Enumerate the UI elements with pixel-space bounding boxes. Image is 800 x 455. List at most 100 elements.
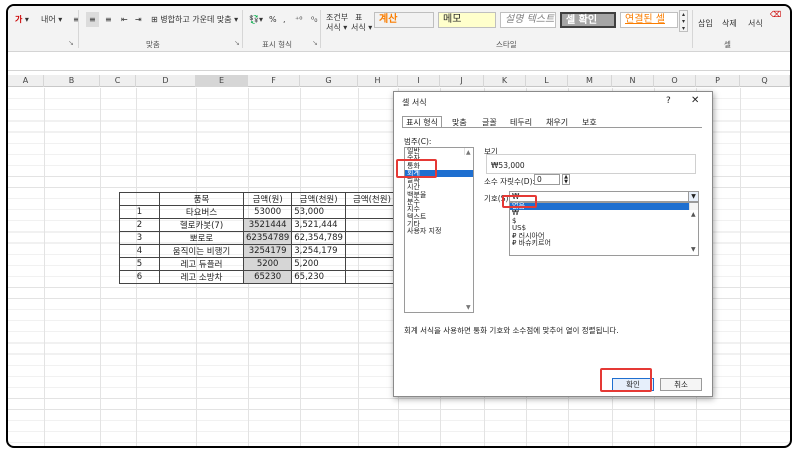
col-header-C[interactable]: C	[100, 75, 136, 87]
table-cell[interactable]: 뽀로로	[159, 231, 244, 245]
symbol-select[interactable]: ₩ ▼	[509, 191, 699, 202]
table-cell[interactable]: 6	[119, 270, 160, 284]
decrease-decimal-icon[interactable]: ⁰₀	[308, 12, 320, 27]
col-header-B[interactable]: B	[44, 75, 100, 87]
table-cell[interactable]: 1	[119, 205, 160, 219]
cancel-button[interactable]: 취소	[660, 378, 702, 391]
align-left-icon[interactable]: ≡	[70, 12, 83, 27]
align-launcher-icon[interactable]: ↘	[234, 39, 240, 47]
table-header-cell[interactable]: 금액(천원)	[291, 192, 346, 206]
insert-cells-button[interactable]: 삽입	[698, 18, 713, 29]
table-cell[interactable]: 레고 소방차	[159, 270, 244, 284]
table-cell[interactable]: 65230	[242, 270, 293, 284]
style-calc[interactable]: 계산	[374, 12, 434, 28]
table-cell[interactable]: 4	[119, 244, 160, 258]
col-header-O[interactable]: O	[654, 75, 696, 87]
align-right-icon[interactable]: ≡	[102, 12, 115, 27]
table-cell[interactable]: 2	[119, 218, 160, 232]
close-icon[interactable]: ✕	[691, 95, 699, 106]
table-cell[interactable]: 3,521,444	[291, 218, 346, 232]
font-color-button[interactable]: 가 ▾	[12, 12, 32, 27]
format-cells-button[interactable]: 서식	[748, 18, 763, 29]
table-cell[interactable]: 62354789	[242, 231, 293, 245]
table-cell[interactable]: 3,254,179	[291, 244, 346, 258]
col-header-G[interactable]: G	[300, 75, 358, 87]
table-header-cell[interactable]: 품목	[159, 192, 244, 206]
col-header-J[interactable]: J	[440, 75, 484, 87]
increase-indent-icon[interactable]: ⇥	[132, 12, 145, 27]
table-cell[interactable]: 3	[119, 231, 160, 245]
table-cell[interactable]	[344, 257, 399, 271]
category-scrollbar[interactable]: ▲ ▼	[464, 148, 473, 311]
comma-button[interactable]: ,	[280, 12, 289, 27]
align-center-icon[interactable]: ≡	[86, 12, 99, 27]
symbol-option[interactable]: ₽ 바슈키르어	[510, 239, 698, 247]
table-cell[interactable]: 움직이는 비행기	[159, 244, 244, 258]
col-header-F[interactable]: F	[248, 75, 300, 87]
table-header-cell[interactable]: 금액(천원)	[344, 192, 399, 206]
formula-bar[interactable]	[8, 53, 790, 71]
font-launcher-icon[interactable]: ↘	[68, 39, 74, 47]
eraser-icon[interactable]: ⌫	[770, 10, 781, 19]
help-icon[interactable]: ?	[666, 96, 671, 106]
table-header-cell[interactable]	[119, 192, 160, 206]
table-cell[interactable]: 헬로카봇(7)	[159, 218, 244, 232]
table-cell[interactable]: 65,230	[291, 270, 346, 284]
increase-decimal-icon[interactable]: ⁺⁰	[292, 12, 305, 27]
table-cell[interactable]	[344, 231, 399, 245]
table-cell[interactable]	[344, 244, 399, 258]
col-header-M[interactable]: M	[568, 75, 612, 87]
col-header-K[interactable]: K	[484, 75, 526, 87]
col-header-Q[interactable]: Q	[740, 75, 790, 87]
ok-button[interactable]: 확인	[612, 378, 654, 391]
merge-center-button[interactable]: ⊞ 병합하고 가운데 맞춤 ▾	[148, 12, 241, 27]
scroll-up-icon[interactable]: ▲	[466, 149, 471, 156]
category-list[interactable]: 일반 숫자 통화 회계 날짜 시간 백분율 분수 지수 텍스트 기타 사용자 지…	[404, 147, 474, 313]
accounting-format-icon[interactable]: 💱▾	[246, 12, 266, 27]
table-cell[interactable]: 3254179	[242, 244, 293, 258]
decimal-spinner[interactable]: ▲ ▼	[562, 174, 570, 185]
table-header-cell[interactable]: 금액(원)	[242, 192, 293, 206]
style-description[interactable]: 설명 텍스트	[500, 12, 556, 28]
table-cell[interactable]	[344, 218, 399, 232]
scroll-down-icon[interactable]: ▼	[466, 304, 471, 311]
style-linked-cell[interactable]: 연결된 셀	[620, 12, 678, 28]
style-check-cell[interactable]: 셀 확인	[560, 12, 616, 28]
chevron-down-icon[interactable]: ▼	[688, 192, 698, 201]
delete-cells-button[interactable]: 삭제	[722, 18, 737, 29]
col-header-A[interactable]: A	[8, 75, 44, 87]
col-header-E[interactable]: E	[196, 75, 248, 87]
symbol-scrollbar[interactable]: ▲ ▼	[689, 203, 698, 253]
table-cell[interactable]: 5200	[242, 257, 293, 271]
col-header-I[interactable]: I	[398, 75, 440, 87]
table-cell[interactable]: 3521444	[242, 218, 293, 232]
symbol-dropdown-list[interactable]: 없음 ₩ $ US$ ₽ 러시아어 ₽ 바슈키르어 ▲ ▼	[509, 202, 699, 256]
style-memo[interactable]: 메모	[438, 12, 496, 28]
symbol-option[interactable]: ₩	[510, 210, 698, 217]
symbol-option-selected[interactable]: 없음	[510, 202, 698, 211]
number-launcher-icon[interactable]: ↘	[312, 39, 318, 47]
decrease-indent-icon[interactable]: ⇤	[118, 12, 131, 27]
table-cell[interactable]	[344, 270, 399, 284]
table-cell[interactable]: 5	[119, 257, 160, 271]
category-item[interactable]: 사용자 지정	[405, 228, 473, 235]
table-cell[interactable]	[344, 205, 399, 219]
decimal-places-input[interactable]: 0	[534, 174, 560, 185]
table-cell[interactable]: 62,354,789	[291, 231, 346, 245]
table-cell[interactable]: 53,000	[291, 205, 346, 219]
col-header-P[interactable]: P	[696, 75, 740, 87]
col-header-D[interactable]: D	[136, 75, 196, 87]
table-cell[interactable]: 5,200	[291, 257, 346, 271]
col-header-H[interactable]: H	[358, 75, 398, 87]
table-cell[interactable]: 타요버스	[159, 205, 244, 219]
table-cell[interactable]: 53000	[242, 205, 293, 219]
col-header-N[interactable]: N	[612, 75, 654, 87]
table-cell[interactable]: 레고 듀플러	[159, 257, 244, 271]
scroll-up-icon[interactable]: ▲	[691, 211, 696, 218]
percent-button[interactable]: %	[266, 12, 280, 27]
style-gallery-more[interactable]: ▴ ▾ ▾	[679, 10, 689, 32]
col-header-L[interactable]: L	[526, 75, 568, 87]
scroll-down-icon[interactable]: ▼	[691, 246, 696, 253]
symbol-option[interactable]: $	[510, 217, 698, 225]
phonetic-button[interactable]: 내어 ▾	[38, 12, 65, 27]
